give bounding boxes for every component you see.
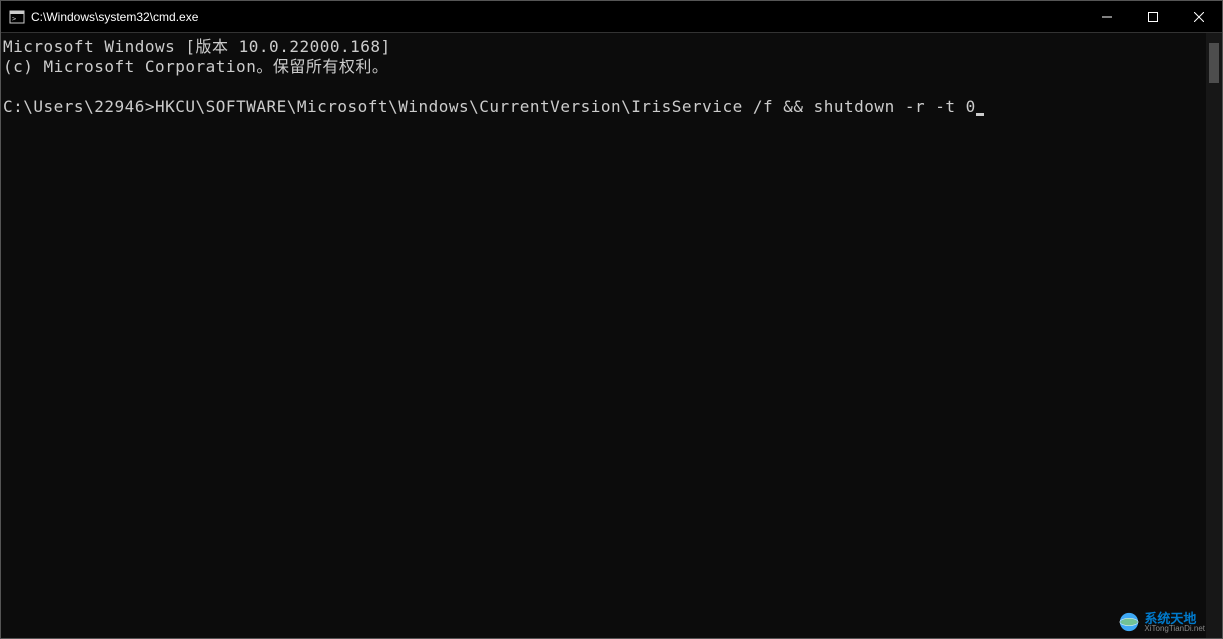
terminal-content[interactable]: Microsoft Windows [版本 10.0.22000.168](c)…	[1, 33, 1206, 638]
watermark-main: 系统天地	[1144, 612, 1205, 625]
titlebar[interactable]: >_ C:\Windows\system32\cmd.exe	[1, 1, 1222, 33]
prompt: C:\Users\22946>	[3, 97, 155, 116]
minimize-button[interactable]	[1084, 1, 1130, 33]
close-button[interactable]	[1176, 1, 1222, 33]
scrollbar-thumb[interactable]	[1209, 43, 1219, 83]
terminal-blank	[3, 77, 1204, 97]
cmd-window: >_ C:\Windows\system32\cmd.exe Microsoft…	[0, 0, 1223, 639]
watermark-text: 系统天地 XiTongTianDi.net	[1144, 612, 1205, 633]
terminal-line: Microsoft Windows [版本 10.0.22000.168]	[3, 37, 1204, 57]
prompt-line: C:\Users\22946>HKCU\SOFTWARE\Microsoft\W…	[3, 97, 1204, 117]
window-title: C:\Windows\system32\cmd.exe	[31, 10, 1084, 24]
scrollbar[interactable]	[1206, 33, 1222, 638]
maximize-button[interactable]	[1130, 1, 1176, 33]
terminal-line: (c) Microsoft Corporation。保留所有权利。	[3, 57, 1204, 77]
svg-text:>_: >_	[12, 15, 21, 23]
terminal-area: Microsoft Windows [版本 10.0.22000.168](c)…	[1, 33, 1222, 638]
cursor	[976, 113, 984, 116]
cmd-icon: >_	[9, 9, 25, 25]
window-controls	[1084, 1, 1222, 32]
watermark: 系统天地 XiTongTianDi.net	[1118, 611, 1205, 633]
globe-icon	[1118, 611, 1140, 633]
command-input[interactable]: HKCU\SOFTWARE\Microsoft\Windows\CurrentV…	[155, 97, 976, 116]
watermark-sub: XiTongTianDi.net	[1144, 625, 1205, 633]
